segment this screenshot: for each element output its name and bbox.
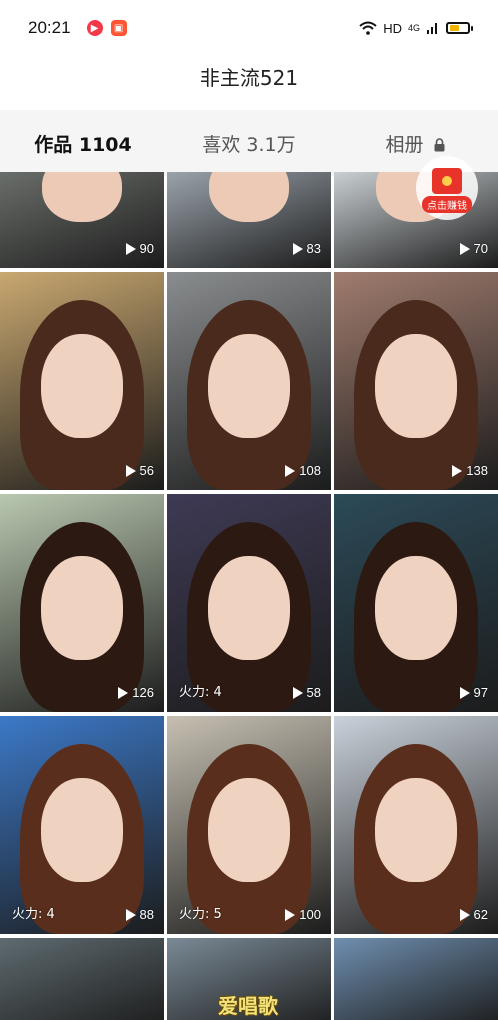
fire-label: 火力: 4	[179, 685, 222, 700]
person-face	[375, 334, 457, 438]
wifi-icon	[359, 21, 377, 35]
play-icon	[459, 686, 470, 699]
tab-album[interactable]: 相册	[332, 130, 498, 157]
play-icon	[285, 908, 296, 921]
play-count: 70	[459, 241, 488, 256]
watermark: 爱唱歌	[218, 994, 278, 1018]
play-count-value: 83	[306, 241, 321, 256]
play-count-value: 100	[299, 907, 321, 922]
video-thumbnail[interactable]: 126	[0, 494, 164, 712]
person-face	[41, 556, 123, 660]
play-count: 90	[125, 241, 154, 256]
page-title: 非主流521	[199, 66, 299, 90]
video-thumbnail[interactable]: 108	[167, 272, 331, 490]
video-thumbnail[interactable]: 97	[334, 494, 498, 712]
play-count-value: 70	[473, 241, 488, 256]
play-count: 83	[292, 241, 321, 256]
play-count: 108	[285, 463, 321, 478]
video-thumbnail[interactable]	[334, 938, 498, 1020]
play-icon	[452, 464, 463, 477]
tab-works-label: 作品 1104	[34, 133, 132, 156]
play-count-value: 56	[139, 463, 154, 478]
play-icon	[125, 464, 136, 477]
red-envelope-icon	[432, 167, 462, 194]
play-count: 138	[452, 463, 488, 478]
play-count-value: 58	[306, 685, 321, 700]
status-app-icons: ▶ ▣	[86, 20, 127, 36]
play-count: 88	[125, 907, 154, 922]
person-face	[375, 556, 457, 660]
fire-label: 火力: 4	[12, 907, 55, 922]
person-face	[208, 334, 290, 438]
play-icon	[459, 908, 470, 921]
play-icon	[118, 686, 129, 699]
video-thumbnail[interactable]	[0, 938, 164, 1020]
play-icon	[292, 242, 303, 255]
play-icon	[285, 464, 296, 477]
shop-app-icon: ▣	[110, 20, 127, 36]
play-icon	[459, 242, 470, 255]
network-label: HD	[383, 20, 402, 36]
play-count-value: 90	[139, 241, 154, 256]
battery-icon	[446, 22, 473, 34]
signal-icon	[427, 23, 437, 34]
play-count-value: 97	[473, 685, 488, 700]
play-count: 58	[292, 685, 321, 700]
person-face	[41, 778, 123, 882]
play-count-value: 62	[473, 907, 488, 922]
video-thumbnail[interactable]: 62	[334, 716, 498, 934]
tab-likes-label: 喜欢 3.1万	[202, 133, 296, 156]
fire-label: 火力: 5	[179, 907, 222, 922]
lock-icon	[434, 137, 445, 151]
tab-album-label: 相册	[385, 133, 424, 156]
thumbnail-background	[334, 938, 498, 1020]
status-indicators: HD 4G	[359, 20, 473, 36]
play-icon	[292, 686, 303, 699]
play-count: 56	[125, 463, 154, 478]
play-count: 97	[459, 685, 488, 700]
play-count-value: 126	[132, 685, 154, 700]
tab-works[interactable]: 作品 1104	[0, 130, 166, 157]
video-app-icon: ▶	[86, 20, 103, 36]
play-icon	[125, 242, 136, 255]
person-face	[208, 556, 290, 660]
video-thumbnail[interactable]: 138	[334, 272, 498, 490]
video-thumbnail[interactable]: 58 火力: 4	[167, 494, 331, 712]
video-thumbnail[interactable]: 56	[0, 272, 164, 490]
video-thumbnail[interactable]: 83	[167, 172, 331, 268]
person-face	[208, 778, 290, 882]
person-face	[375, 778, 457, 882]
play-count-value: 108	[299, 463, 321, 478]
red-envelope-label: 点击赚钱	[422, 195, 472, 213]
video-thumbnail[interactable]: 100 火力: 5	[167, 716, 331, 934]
play-count: 100	[285, 907, 321, 922]
red-envelope-button[interactable]: 点击赚钱	[416, 156, 478, 220]
signal-label: 4G	[407, 23, 420, 33]
tab-likes[interactable]: 喜欢 3.1万	[166, 130, 332, 157]
status-bar: 20:21 ▶ ▣ HD 4G	[0, 0, 498, 56]
play-icon	[125, 908, 136, 921]
thumbnail-background	[0, 938, 164, 1020]
play-count-value: 88	[139, 907, 154, 922]
video-thumbnail[interactable]: 90	[0, 172, 164, 268]
play-count: 126	[118, 685, 154, 700]
play-count-value: 138	[466, 463, 488, 478]
status-time: 20:21	[28, 18, 71, 37]
person-face	[41, 334, 123, 438]
video-thumbnail[interactable]: 88 火力: 4	[0, 716, 164, 934]
play-count: 62	[459, 907, 488, 922]
